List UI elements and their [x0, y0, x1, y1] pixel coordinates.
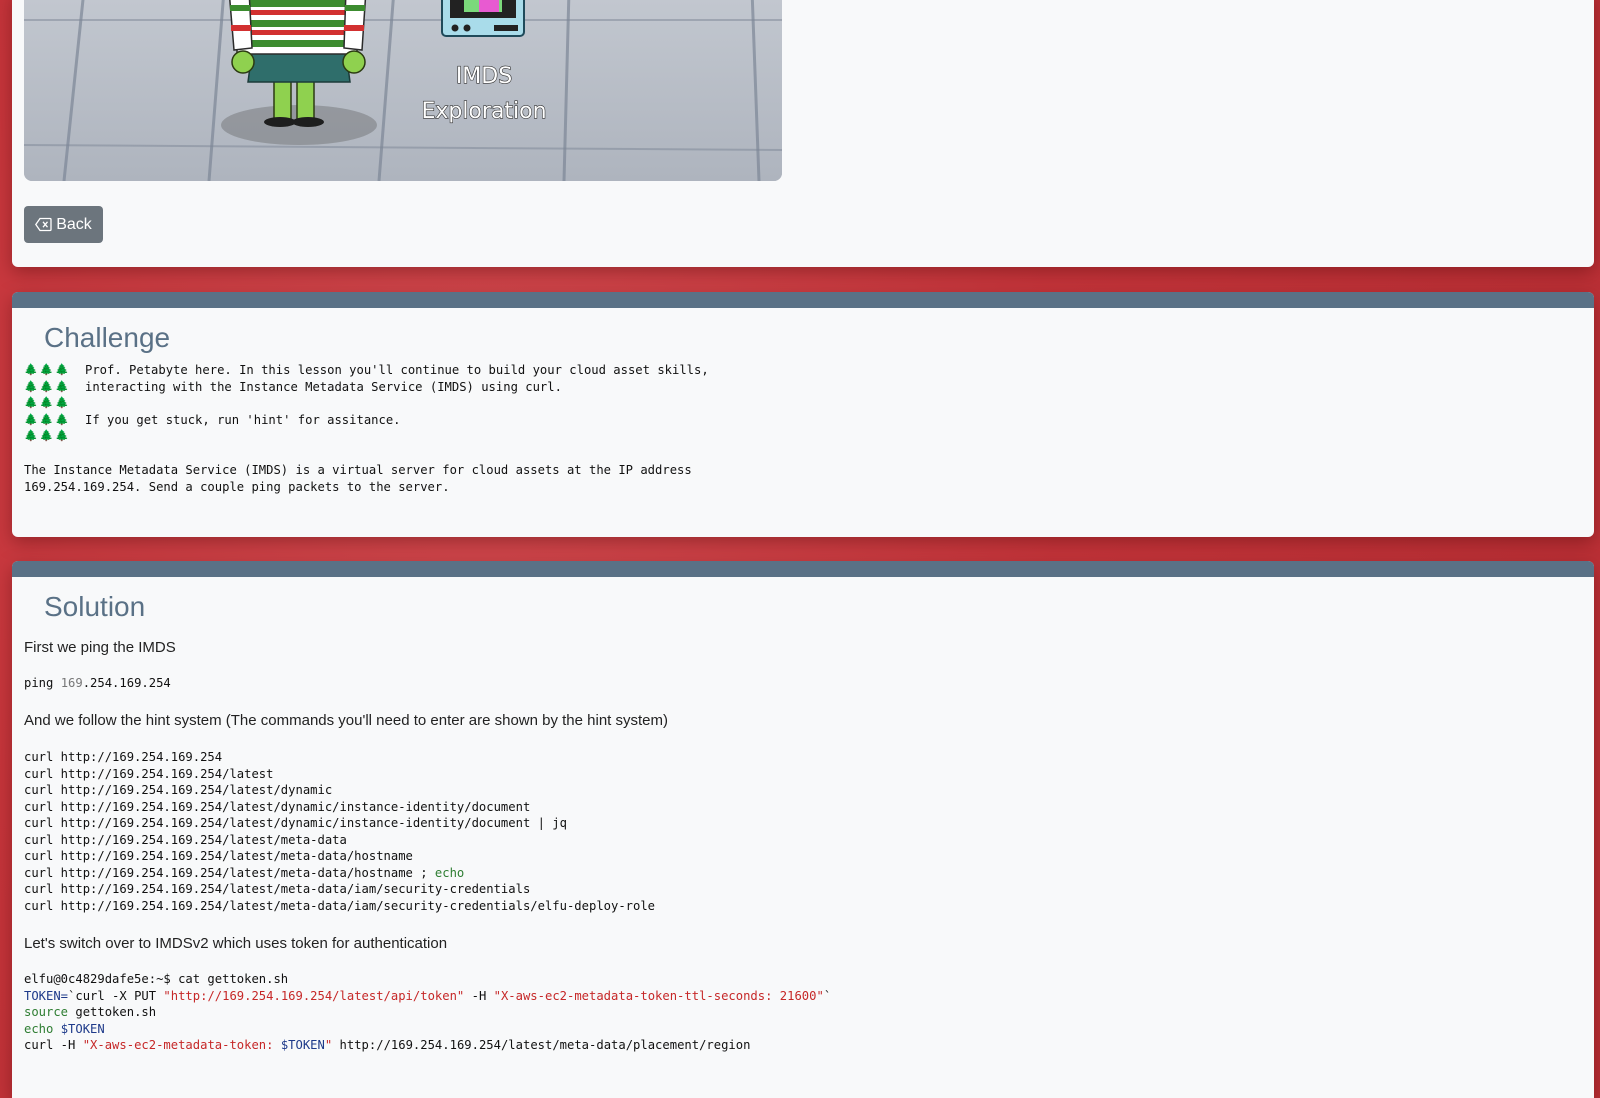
tree-row: 🌲🌲🌲: [24, 379, 72, 393]
curl-command: curl http://169.254.169.254/latest/dynam…: [24, 799, 531, 814]
back-button[interactable]: Back: [24, 206, 103, 243]
challenge-message: 🌲🌲🌲 🌲🌲🌲 🌲🌲🌲 🌲🌲🌲 🌲🌲🌲 Prof. Petabyte here.…: [24, 362, 709, 445]
ping-command: ping 169.254.169.254: [24, 676, 171, 690]
curl-command: curl http://169.254.169.254/latest/meta-…: [24, 882, 531, 896]
message-lines: Prof. Petabyte here. In this lesson you'…: [85, 362, 709, 445]
tree-column: 🌲🌲🌲 🌲🌲🌲 🌲🌲🌲 🌲🌲🌲 🌲🌲🌲: [24, 362, 85, 445]
curl-command: curl http://169.254.169.254: [24, 750, 223, 764]
curl-command: curl http://169.254.169.254/latest/meta-…: [24, 865, 465, 880]
solution-header-bar: [12, 561, 1594, 577]
curl-command: curl http://169.254.169.254/latest: [24, 766, 274, 781]
game-scene-image: IMDS Exploration: [24, 0, 782, 181]
echo-line: echo $TOKEN: [24, 1021, 105, 1036]
tree-row: 🌲🌲🌲: [24, 363, 72, 376]
solution-intro: First we ping the IMDS: [24, 639, 176, 656]
source-line: source gettoken.sh: [24, 1005, 157, 1019]
image-caption-line2: Exploration: [421, 99, 546, 124]
curl-command: curl http://169.254.169.254/latest/dynam…: [24, 783, 333, 797]
message-line: If you get stuck, run 'hint' for assitan…: [85, 412, 401, 427]
hint-text: And we follow the hint system (The comma…: [24, 712, 669, 729]
token-line: TOKEN=`curl -X PUT "http://169.254.169.2…: [24, 988, 832, 1003]
challenge-body: The Instance Metadata Service (IMDS) is …: [24, 462, 692, 495]
challenge-title: Challenge: [44, 322, 171, 353]
curl-command: curl http://169.254.169.254/latest/meta-…: [24, 898, 656, 913]
challenge-header-bar: [12, 292, 1594, 308]
message-line: [85, 428, 709, 445]
challenge-body-line: 169.254.169.254. Send a couple ping pack…: [24, 479, 450, 494]
message-line: Prof. Petabyte here. In this lesson you'…: [85, 363, 709, 377]
challenge-card: Challenge 🌲🌲🌲 🌲🌲🌲 🌲🌲🌲 🌲🌲🌲 🌲🌲🌲 Prof. Peta…: [12, 292, 1594, 537]
message-line: [85, 395, 709, 412]
curl-command: curl http://169.254.169.254/latest/meta-…: [24, 832, 347, 847]
imdsv2-code-block: elfu@0c4829dafe5e:~$ cat gettoken.sh TOK…: [24, 971, 831, 1054]
solution-card: Solution First we ping the IMDS ping 169…: [12, 561, 1594, 1098]
top-card: IMDS Exploration Back: [12, 0, 1594, 267]
challenge-body-line: The Instance Metadata Service (IMDS) is …: [24, 463, 692, 477]
curl-command: curl http://169.254.169.254/latest/meta-…: [24, 849, 413, 863]
solution-title: Solution: [44, 591, 146, 622]
message-line: interacting with the Instance Metadata S…: [85, 379, 562, 394]
curl-command: curl http://169.254.169.254/latest/dynam…: [24, 816, 567, 830]
image-caption-line1: IMDS: [456, 64, 512, 89]
game-scene-illustration: IMDS Exploration: [24, 0, 782, 181]
curl-commands-block: curl http://169.254.169.254 curl http://…: [24, 749, 655, 914]
prompt-line: elfu@0c4829dafe5e:~$ cat gettoken.sh: [24, 972, 289, 986]
region-curl-line: curl -H "X-aws-ec2-metadata-token: $TOKE…: [24, 1038, 751, 1052]
tree-row: 🌲🌲🌲: [24, 412, 72, 426]
tree-row: 🌲🌲🌲: [24, 429, 72, 442]
tree-row: 🌲🌲🌲: [24, 396, 72, 409]
back-button-label: Back: [56, 215, 92, 233]
imdsv2-text: Let's switch over to IMDSv2 which uses t…: [24, 935, 448, 952]
backspace-icon: [35, 217, 52, 232]
